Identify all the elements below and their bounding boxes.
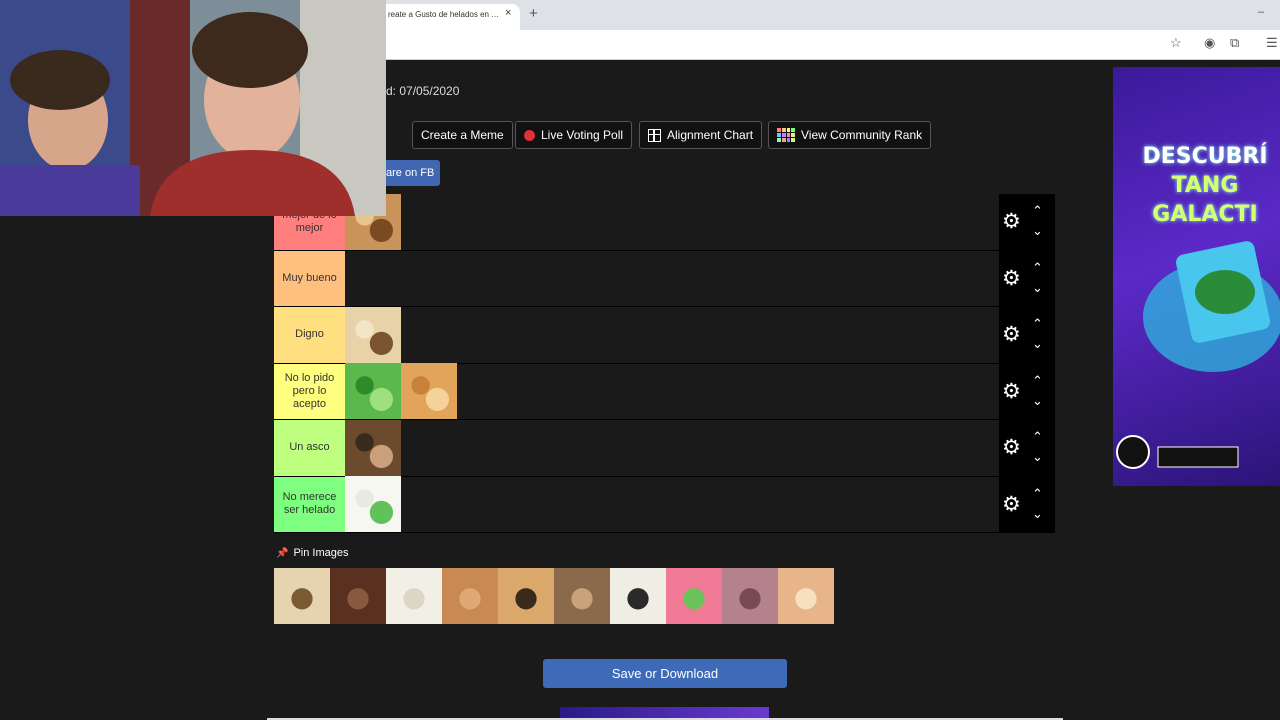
move-up-icon[interactable]: ⌃: [1032, 316, 1043, 332]
tier-controls: ⚙ ⌃ ⌄: [999, 194, 1055, 250]
live-voting-button[interactable]: Live Voting Poll: [515, 121, 633, 149]
alignment-chart-label: Alignment Chart: [667, 128, 754, 142]
pool-ice-cream-thumbnail[interactable]: [498, 568, 554, 624]
move-up-icon[interactable]: ⌃: [1032, 429, 1043, 445]
move-down-icon[interactable]: ⌄: [1032, 506, 1043, 522]
new-tab-icon[interactable]: +: [529, 5, 538, 22]
gear-icon[interactable]: ⚙: [1002, 268, 1021, 289]
tier-controls: ⚙ ⌃ ⌄: [999, 420, 1055, 476]
live-voting-label: Live Voting Poll: [541, 128, 624, 142]
create-meme-button[interactable]: Create a Meme: [412, 121, 513, 149]
tier-items[interactable]: [345, 363, 1055, 420]
menu-icon[interactable]: ☰: [1266, 35, 1278, 51]
pin-images-toggle[interactable]: 📌 Pin Images: [276, 547, 348, 559]
bookmark-star-icon[interactable]: ☆: [1170, 35, 1182, 51]
alignment-chart-button[interactable]: Alignment Chart: [639, 121, 763, 149]
move-up-icon[interactable]: ⌃: [1032, 260, 1043, 276]
pool-ice-cream-thumbnail[interactable]: [666, 568, 722, 624]
tier-items[interactable]: [345, 193, 1055, 250]
tier-controls: ⚙ ⌃ ⌄: [999, 250, 1055, 306]
puzzle-icon[interactable]: ⧉: [1230, 35, 1239, 51]
save-download-button[interactable]: Save or Download: [543, 659, 787, 688]
move-up-icon[interactable]: ⌃: [1032, 203, 1043, 219]
gear-icon[interactable]: ⚙: [1002, 324, 1021, 345]
browser-tab[interactable]: reate a Gusto de helados en …: [380, 4, 520, 30]
ice-cream-thumbnail[interactable]: [401, 363, 457, 420]
community-rank-button[interactable]: View Community Rank: [768, 121, 932, 149]
tier-controls: ⚙ ⌃ ⌄: [999, 476, 1055, 532]
ice-cream-thumbnail[interactable]: [345, 419, 401, 476]
rank-grid-icon: [777, 128, 795, 142]
gear-icon[interactable]: ⚙: [1002, 494, 1021, 515]
pool-ice-cream-thumbnail[interactable]: [610, 568, 666, 624]
create-meme-label: Create a Meme: [421, 128, 504, 142]
tier-row: Digno ⚙ ⌃ ⌄: [274, 306, 1055, 364]
tier-row: mejor de lo mejor⚙⌃⌄: [274, 193, 1055, 251]
move-down-icon[interactable]: ⌄: [1032, 449, 1043, 465]
ice-cream-thumbnail[interactable]: [345, 363, 401, 420]
tier-row: No merece ser helado ⚙ ⌃ ⌄: [274, 476, 1055, 533]
webcam-image: [0, 0, 386, 216]
tier-row: Un asco ⚙ ⌃ ⌄: [274, 419, 1055, 477]
pool-ice-cream-thumbnail[interactable]: [442, 568, 498, 624]
pool-ice-cream-thumbnail[interactable]: [778, 568, 834, 624]
extension-icon[interactable]: ◉: [1204, 35, 1215, 51]
tier-row: Muy bueno ⚙ ⌃ ⌄: [274, 250, 1055, 307]
ad-product-image: [1116, 241, 1280, 469]
ice-cream-thumbnail[interactable]: [345, 306, 401, 363]
pin-images-label: Pin Images: [293, 547, 349, 559]
tier-label[interactable]: Un asco: [274, 420, 345, 476]
record-dot-icon: [524, 129, 535, 141]
pool-ice-cream-thumbnail[interactable]: [554, 568, 610, 624]
grid-icon: [648, 128, 661, 142]
gear-icon[interactable]: ⚙: [1002, 211, 1021, 232]
tier-items[interactable]: [345, 419, 1055, 476]
tier-list: mejor de lo mejor⚙⌃⌄Muy bueno⚙⌃⌄Digno⚙⌃⌄…: [274, 193, 1055, 533]
pool-ice-cream-thumbnail[interactable]: [722, 568, 778, 624]
gear-icon[interactable]: ⚙: [1002, 381, 1021, 402]
pool-ice-cream-thumbnail[interactable]: [330, 568, 386, 624]
pool-ice-cream-thumbnail[interactable]: [274, 568, 330, 624]
move-down-icon[interactable]: ⌄: [1032, 223, 1043, 239]
tier-controls: ⚙ ⌃ ⌄: [999, 363, 1055, 419]
image-pool: [274, 568, 834, 624]
community-rank-label: View Community Rank: [801, 128, 923, 142]
minimize-icon[interactable]: –: [1258, 6, 1264, 18]
gear-icon[interactable]: ⚙: [1002, 437, 1021, 458]
tier-row: No lo pido pero lo acepto ⚙ ⌃ ⌄: [274, 363, 1055, 420]
ice-cream-thumbnail[interactable]: [345, 476, 401, 533]
move-up-icon[interactable]: ⌃: [1032, 373, 1043, 389]
tab-close-icon[interactable]: ×: [505, 7, 511, 19]
advertisement-banner[interactable]: DESCUBRÍ TANG GALACTI: [1113, 67, 1280, 486]
move-up-icon[interactable]: ⌃: [1032, 486, 1043, 502]
tier-controls: ⚙ ⌃ ⌄: [999, 307, 1055, 363]
move-down-icon[interactable]: ⌄: [1032, 336, 1043, 352]
share-fb-button[interactable]: are on FB: [386, 160, 440, 186]
tier-items[interactable]: [345, 250, 1055, 306]
pool-ice-cream-thumbnail[interactable]: [386, 568, 442, 624]
tier-label[interactable]: Digno: [274, 307, 345, 363]
move-down-icon[interactable]: ⌄: [1032, 280, 1043, 296]
date-added: d: 07/05/2020: [386, 84, 460, 98]
tier-label[interactable]: No lo pido pero lo acepto: [274, 363, 345, 419]
tier-label[interactable]: No merece ser helado: [274, 476, 345, 532]
tier-label[interactable]: Muy bueno: [274, 250, 345, 306]
tier-items[interactable]: [345, 476, 1055, 533]
move-down-icon[interactable]: ⌄: [1032, 393, 1043, 409]
webcam-overlay: [0, 0, 386, 216]
pin-icon: 📌: [276, 547, 289, 559]
tier-items[interactable]: [345, 306, 1055, 363]
